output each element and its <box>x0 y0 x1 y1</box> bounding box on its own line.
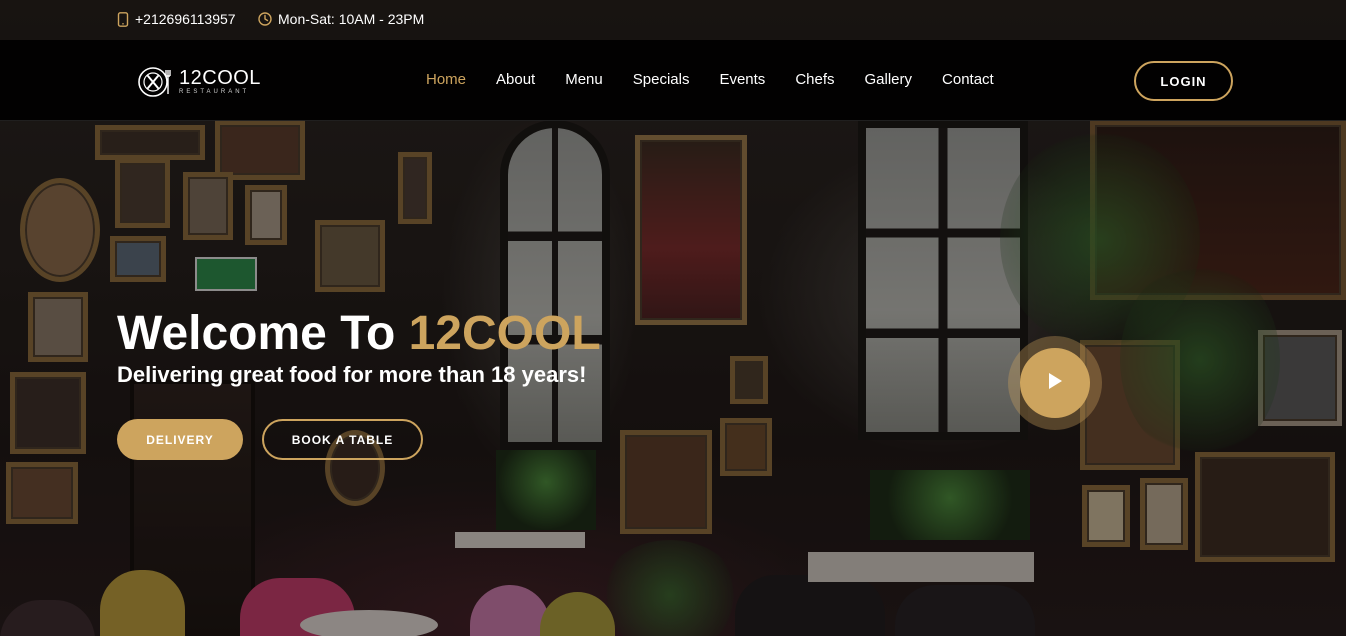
fork-knife-plate-icon <box>137 64 173 100</box>
delivery-button[interactable]: DELIVERY <box>117 419 243 460</box>
main-header: 12COOL RESTAURANT Home About Menu Specia… <box>0 40 1346 121</box>
nav-item-chefs[interactable]: Chefs <box>795 71 834 88</box>
main-navigation: Home About Menu Specials Events Chefs Ga… <box>426 71 1024 88</box>
login-button[interactable]: LOGIN <box>1134 61 1233 101</box>
nav-item-specials[interactable]: Specials <box>633 71 690 88</box>
nav-item-events[interactable]: Events <box>719 71 765 88</box>
opening-hours: Mon-Sat: 10AM - 23PM <box>278 11 425 27</box>
phone-icon <box>117 11 129 27</box>
nav-item-gallery[interactable]: Gallery <box>865 71 913 88</box>
nav-item-menu[interactable]: Menu <box>565 71 603 88</box>
clock-icon <box>258 12 272 26</box>
logo-subtitle: RESTAURANT <box>179 89 250 95</box>
logo-text: 12COOL RESTAURANT <box>179 68 261 96</box>
play-icon <box>1046 371 1064 396</box>
nav-item-about[interactable]: About <box>496 71 535 88</box>
top-info-bar: +212696113957 Mon-Sat: 10AM - 23PM <box>0 0 1346 40</box>
phone-info[interactable]: +212696113957 <box>117 11 236 27</box>
play-video-button[interactable] <box>1008 336 1102 430</box>
hero-title: Welcome To 12COOL <box>117 306 601 362</box>
phone-number: +212696113957 <box>135 11 236 27</box>
hero-title-prefix: Welcome To <box>117 307 409 360</box>
logo[interactable]: 12COOL RESTAURANT <box>137 64 261 100</box>
book-table-button[interactable]: BOOK A TABLE <box>262 419 423 460</box>
logo-name: 12COOL <box>179 67 261 89</box>
hero-title-brand: 12COOL <box>408 307 601 360</box>
hero-subtitle: Delivering great food for more than 18 y… <box>117 362 587 387</box>
play-button-inner <box>1020 348 1090 418</box>
nav-item-contact[interactable]: Contact <box>942 71 994 88</box>
nav-item-home[interactable]: Home <box>426 71 466 88</box>
hours-info: Mon-Sat: 10AM - 23PM <box>258 11 424 27</box>
